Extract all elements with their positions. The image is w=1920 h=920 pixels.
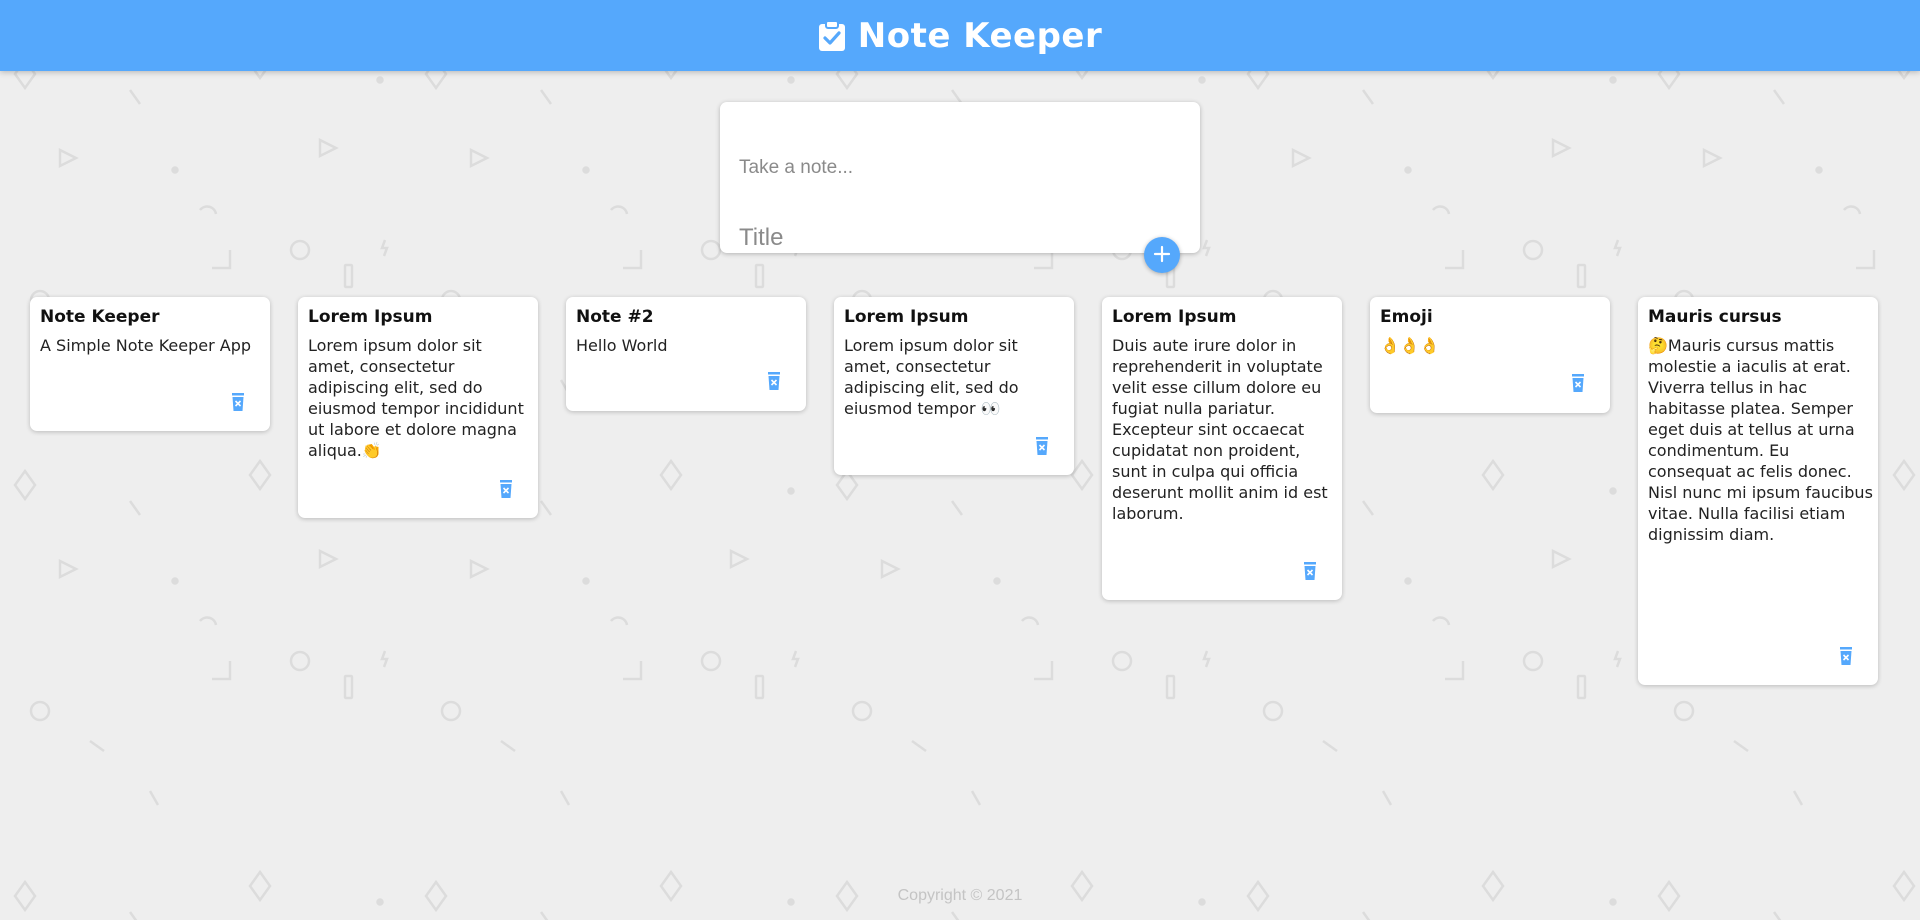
- trash-delete-icon: [231, 391, 245, 414]
- create-note-form: [720, 102, 1219, 254]
- note-card: Note #2 Hello World: [566, 297, 806, 411]
- trash-delete-icon: [1035, 436, 1049, 458]
- note-delete-button[interactable]: [1032, 436, 1052, 458]
- note-delete-button[interactable]: [228, 391, 248, 414]
- note-title: Lorem Ipsum: [308, 307, 433, 327]
- trash-delete-icon: [1571, 373, 1585, 395]
- note-delete-button[interactable]: [1568, 373, 1588, 395]
- note-content-input[interactable]: [739, 157, 1219, 237]
- plus-icon: [1153, 245, 1171, 266]
- note-card: Lorem Ipsum Lorem ipsum dolor sit amet, …: [298, 297, 538, 518]
- note-title: Lorem Ipsum: [1112, 307, 1237, 327]
- note-content: Lorem ipsum dolor sit amet, consectetur …: [844, 336, 1024, 418]
- trash-delete-icon: [499, 479, 513, 501]
- footer: Copyright © 2021: [0, 887, 1920, 909]
- note-card: Emoji 👌👌👌: [1370, 297, 1610, 413]
- note-content: Hello World: [576, 336, 668, 355]
- note-content: 🤔Mauris cursus mattis molestie a iaculis…: [1648, 336, 1878, 544]
- note-content: A Simple Note Keeper App: [40, 336, 252, 355]
- note-delete-button[interactable]: [1836, 646, 1856, 668]
- trash-delete-icon: [767, 371, 781, 393]
- trash-delete-icon: [1303, 561, 1317, 583]
- note-title: Mauris cursus: [1648, 307, 1782, 327]
- clipboard-check-icon: [818, 19, 848, 53]
- note-content: Duis aute irure dolor in reprehenderit i…: [1112, 336, 1333, 523]
- note-content: 👌👌👌: [1380, 336, 1440, 355]
- note-delete-button[interactable]: [496, 479, 516, 501]
- note-title: Emoji: [1380, 307, 1433, 327]
- note-card: Lorem Ipsum Lorem ipsum dolor sit amet, …: [834, 297, 1074, 475]
- app-title: Note Keeper: [857, 15, 1103, 56]
- note-content: Lorem ipsum dolor sit amet, consectetur …: [308, 336, 529, 460]
- note-delete-button[interactable]: [1300, 561, 1320, 583]
- copyright-text: Copyright © 2021: [897, 887, 1023, 904]
- note-title: Note #2: [576, 307, 654, 327]
- note-card: Note Keeper A Simple Note Keeper App: [30, 297, 270, 431]
- note-title: Lorem Ipsum: [844, 307, 969, 327]
- add-note-button[interactable]: [1144, 237, 1180, 273]
- note-card: Mauris cursus 🤔Mauris cursus mattis mole…: [1638, 297, 1878, 685]
- note-title: Note Keeper: [40, 307, 160, 327]
- app-header: Note Keeper: [0, 0, 1920, 71]
- note-delete-button[interactable]: [764, 371, 784, 393]
- trash-delete-icon: [1839, 646, 1853, 668]
- brand: Note Keeper: [818, 16, 1103, 56]
- note-card: Lorem Ipsum Duis aute irure dolor in rep…: [1102, 297, 1342, 600]
